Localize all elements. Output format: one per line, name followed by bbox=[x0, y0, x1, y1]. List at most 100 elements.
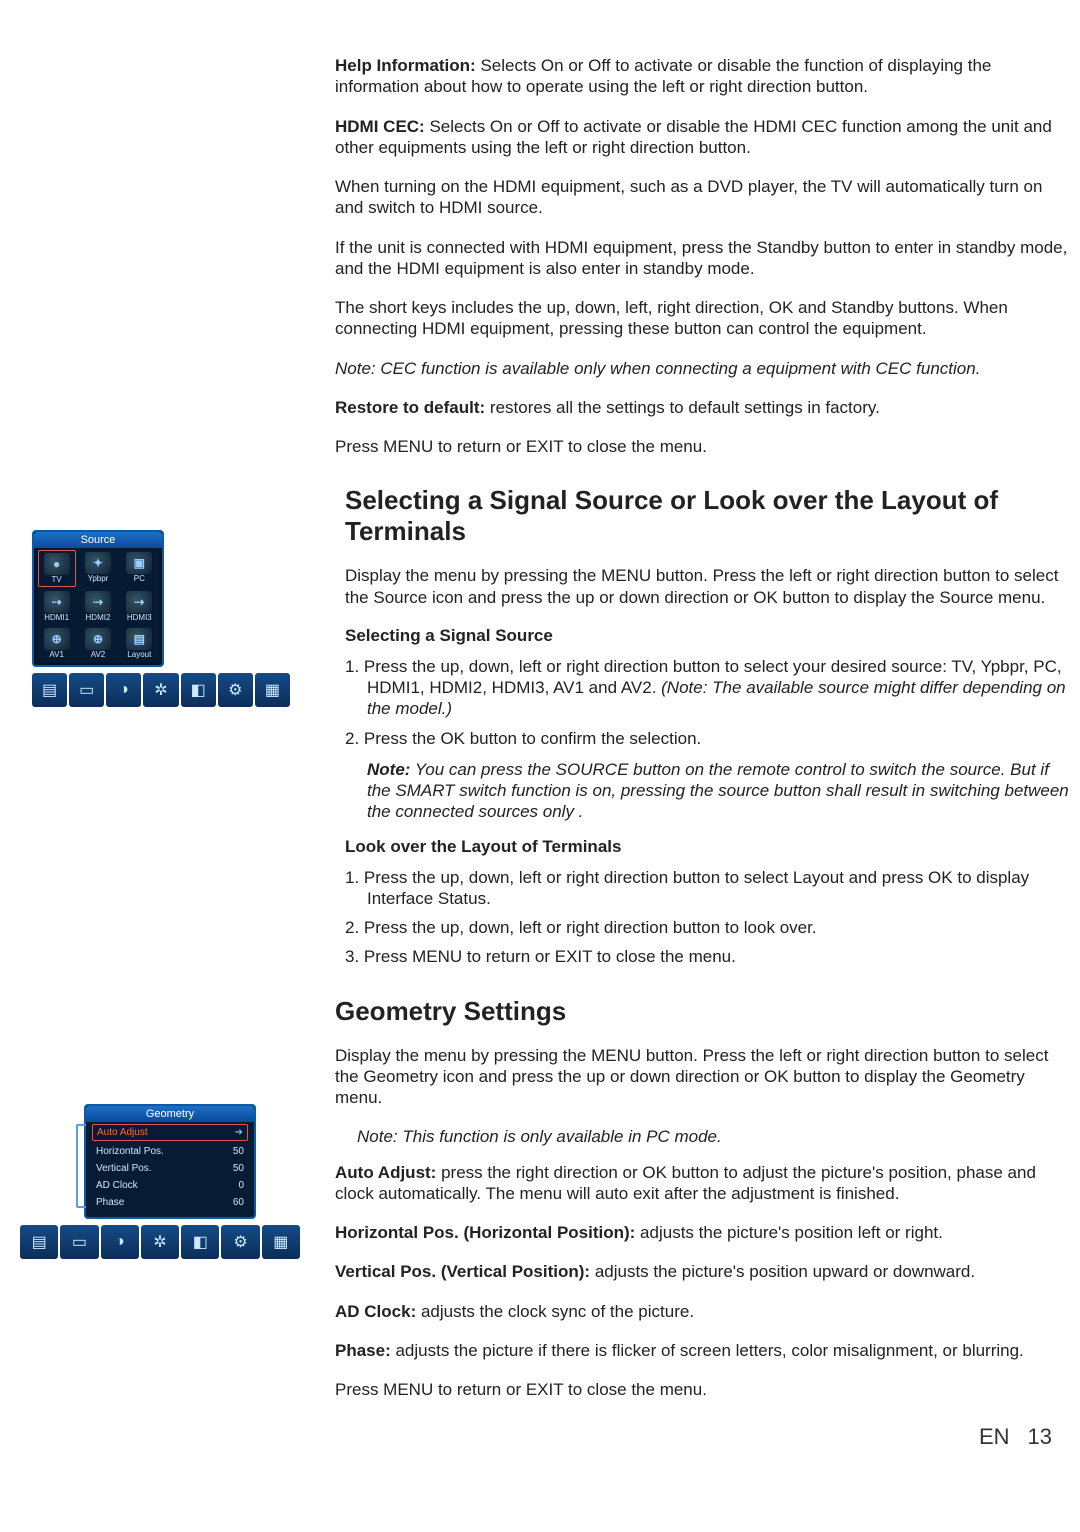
menu-iconbar: ▤ ▭ ◑ ✲ ◧ ⚙ ▦ bbox=[20, 1225, 300, 1259]
paragraph-geo-intro: Display the menu by pressing the MENU bu… bbox=[335, 1045, 1070, 1109]
paragraph-source-intro: Display the menu by pressing the MENU bu… bbox=[345, 565, 1070, 608]
geometry-item-adclock[interactable]: AD Clock0 bbox=[86, 1177, 254, 1194]
source-item-tv[interactable]: ●TV bbox=[38, 550, 76, 587]
list-item: 1. Press the up, down, left or right dir… bbox=[345, 656, 1070, 720]
iconbar-item[interactable]: ◧ bbox=[181, 673, 216, 707]
source-row: ●TV ✦Ypbpr ▣PC bbox=[34, 548, 162, 587]
iconbar-item[interactable]: ▤ bbox=[20, 1225, 58, 1259]
geometry-item-vpos[interactable]: Vertical Pos.50 bbox=[86, 1160, 254, 1177]
note-geometry: Note: This function is only available in… bbox=[357, 1126, 1070, 1147]
paragraph-cec-note: Note: CEC function is available only whe… bbox=[335, 358, 1070, 379]
iconbar-item[interactable]: ▭ bbox=[69, 673, 104, 707]
pc-icon: ▣ bbox=[126, 552, 152, 574]
paragraph-top-exit: Press MENU to return or EXIT to close th… bbox=[335, 436, 1070, 457]
iconbar-item[interactable]: ◑ bbox=[106, 673, 141, 707]
geometry-menu-title: Geometry bbox=[86, 1106, 254, 1122]
paragraph-standby: If the unit is connected with HDMI equip… bbox=[335, 237, 1070, 280]
settings-icon: ✲ bbox=[153, 1232, 166, 1252]
source-item-ypbpr[interactable]: ✦Ypbpr bbox=[79, 550, 117, 587]
source-row: ⇢HDMI1 ⇢HDMI2 ⇢HDMI3 bbox=[34, 587, 162, 624]
iconbar-item[interactable]: ▦ bbox=[255, 673, 290, 707]
paragraph-phase: Phase: adjusts the picture if there is f… bbox=[335, 1340, 1070, 1361]
list-item: 3. Press MENU to return or EXIT to close… bbox=[345, 946, 1070, 967]
page: Help Information: Selects On or Off to a… bbox=[0, 0, 1080, 1458]
lang-code: EN bbox=[979, 1424, 1010, 1450]
label-restore: Restore to default: bbox=[335, 398, 485, 417]
paragraph-hpos: Horizontal Pos. (Horizontal Position): a… bbox=[335, 1222, 1070, 1243]
iconbar-item[interactable]: ▤ bbox=[32, 673, 67, 707]
source-menu-title: Source bbox=[34, 532, 162, 548]
iconbar-item[interactable]: ⚙ bbox=[221, 1225, 259, 1259]
source-item-hdmi1[interactable]: ⇢HDMI1 bbox=[38, 589, 76, 624]
image-icon: ▤ bbox=[42, 680, 57, 700]
paragraph-restore: Restore to default: restores all the set… bbox=[335, 397, 1070, 418]
heading-geometry: Geometry Settings bbox=[335, 996, 1070, 1027]
source-menu: Source ●TV ✦Ypbpr ▣PC ⇢HDMI1 ⇢HDMI2 ⇢HDM… bbox=[32, 530, 164, 667]
list-item: 2. Press the up, down, left or right dir… bbox=[345, 917, 1070, 938]
paragraph-shortkeys: The short keys includes the up, down, le… bbox=[335, 297, 1070, 340]
av-icon: ⊕ bbox=[44, 628, 70, 650]
paragraph-vpos: Vertical Pos. (Vertical Position): adjus… bbox=[335, 1261, 1070, 1282]
source-item-hdmi2[interactable]: ⇢HDMI2 bbox=[79, 589, 117, 624]
geometry-item-hpos[interactable]: Horizontal Pos.50 bbox=[86, 1143, 254, 1160]
note-source: Note: You can press the SOURCE button on… bbox=[367, 759, 1070, 823]
channel-icon: ◑ bbox=[115, 1233, 125, 1251]
iconbar-item[interactable]: ◧ bbox=[181, 1225, 219, 1259]
channel-icon: ◑ bbox=[119, 681, 129, 699]
ypbpr-icon: ✦ bbox=[85, 552, 111, 574]
list-look-over: 1. Press the up, down, left or right dir… bbox=[345, 867, 1070, 968]
screen-icon: ▭ bbox=[72, 1232, 87, 1252]
iconbar-item[interactable]: ✲ bbox=[141, 1225, 179, 1259]
paragraph-hdmi-auto: When turning on the HDMI equipment, such… bbox=[335, 176, 1070, 219]
main-column: Help Information: Selects On or Off to a… bbox=[335, 0, 1070, 1400]
source-icon: ◧ bbox=[191, 680, 206, 700]
paragraph-hdmi-cec: HDMI CEC: Selects On or Off to activate … bbox=[335, 116, 1070, 159]
screen-icon: ▭ bbox=[79, 680, 94, 700]
hdmi-icon: ⇢ bbox=[85, 591, 111, 613]
iconbar-item[interactable]: ⚙ bbox=[218, 673, 253, 707]
tv-icon: ● bbox=[44, 553, 70, 575]
list-select-source: 1. Press the up, down, left or right dir… bbox=[345, 656, 1070, 749]
arrow-icon: ➜ bbox=[235, 1127, 243, 1138]
source-menu-figure: Source ●TV ✦Ypbpr ▣PC ⇢HDMI1 ⇢HDMI2 ⇢HDM… bbox=[32, 530, 292, 707]
timer-icon: ⚙ bbox=[233, 1232, 247, 1252]
geometry-item-phase[interactable]: Phase60 bbox=[86, 1194, 254, 1211]
geometry-menu: Geometry Auto Adjust ➜ Horizontal Pos.50… bbox=[84, 1104, 256, 1219]
geometry-item-auto[interactable]: Auto Adjust ➜ bbox=[92, 1124, 248, 1141]
list-item: 1. Press the up, down, left or right dir… bbox=[345, 867, 1070, 910]
source-icon: ◧ bbox=[193, 1232, 208, 1252]
paragraph-geo-exit: Press MENU to return or EXIT to close th… bbox=[335, 1379, 1070, 1400]
av-icon: ⊕ bbox=[85, 628, 111, 650]
iconbar-item[interactable]: ◑ bbox=[101, 1225, 139, 1259]
subhead-signal-source: Selecting a Signal Source bbox=[345, 626, 1070, 646]
geometry-menu-figure: Geometry Auto Adjust ➜ Horizontal Pos.50… bbox=[20, 1104, 302, 1259]
source-item-hdmi3[interactable]: ⇢HDMI3 bbox=[120, 589, 158, 624]
source-section: Display the menu by pressing the MENU bu… bbox=[335, 565, 1070, 967]
hdmi-icon: ⇢ bbox=[126, 591, 152, 613]
source-item-av2[interactable]: ⊕AV2 bbox=[79, 626, 117, 661]
timer-icon: ⚙ bbox=[228, 680, 242, 700]
iconbar-item[interactable]: ✲ bbox=[143, 673, 178, 707]
geometry-icon: ▦ bbox=[265, 680, 280, 700]
label-help-info: Help Information: bbox=[335, 56, 476, 75]
page-number: 13 bbox=[1028, 1424, 1052, 1450]
label-hdmi-cec: HDMI CEC: bbox=[335, 117, 425, 136]
menu-iconbar: ▤ ▭ ◑ ✲ ◧ ⚙ ▦ bbox=[32, 673, 290, 707]
hdmi-icon: ⇢ bbox=[44, 591, 70, 613]
bracket-icon bbox=[76, 1124, 86, 1208]
heading-source: Selecting a Signal Source or Look over t… bbox=[335, 485, 1070, 547]
subhead-layout: Look over the Layout of Terminals bbox=[345, 837, 1070, 857]
iconbar-item[interactable]: ▭ bbox=[60, 1225, 98, 1259]
source-item-layout[interactable]: ▤Layout bbox=[120, 626, 158, 661]
paragraph-adclock: AD Clock: adjusts the clock sync of the … bbox=[335, 1301, 1070, 1322]
iconbar-item[interactable]: ▦ bbox=[262, 1225, 300, 1259]
source-item-pc[interactable]: ▣PC bbox=[120, 550, 158, 587]
source-item-av1[interactable]: ⊕AV1 bbox=[38, 626, 76, 661]
layout-icon: ▤ bbox=[126, 628, 152, 650]
page-footer: EN 13 bbox=[979, 1424, 1052, 1450]
source-row: ⊕AV1 ⊕AV2 ▤Layout bbox=[34, 624, 162, 661]
list-item: 2. Press the OK button to confirm the se… bbox=[345, 728, 1070, 749]
image-icon: ▤ bbox=[32, 1232, 47, 1252]
paragraph-auto-adjust: Auto Adjust: press the right direction o… bbox=[335, 1162, 1070, 1205]
paragraph-help-info: Help Information: Selects On or Off to a… bbox=[335, 55, 1070, 98]
